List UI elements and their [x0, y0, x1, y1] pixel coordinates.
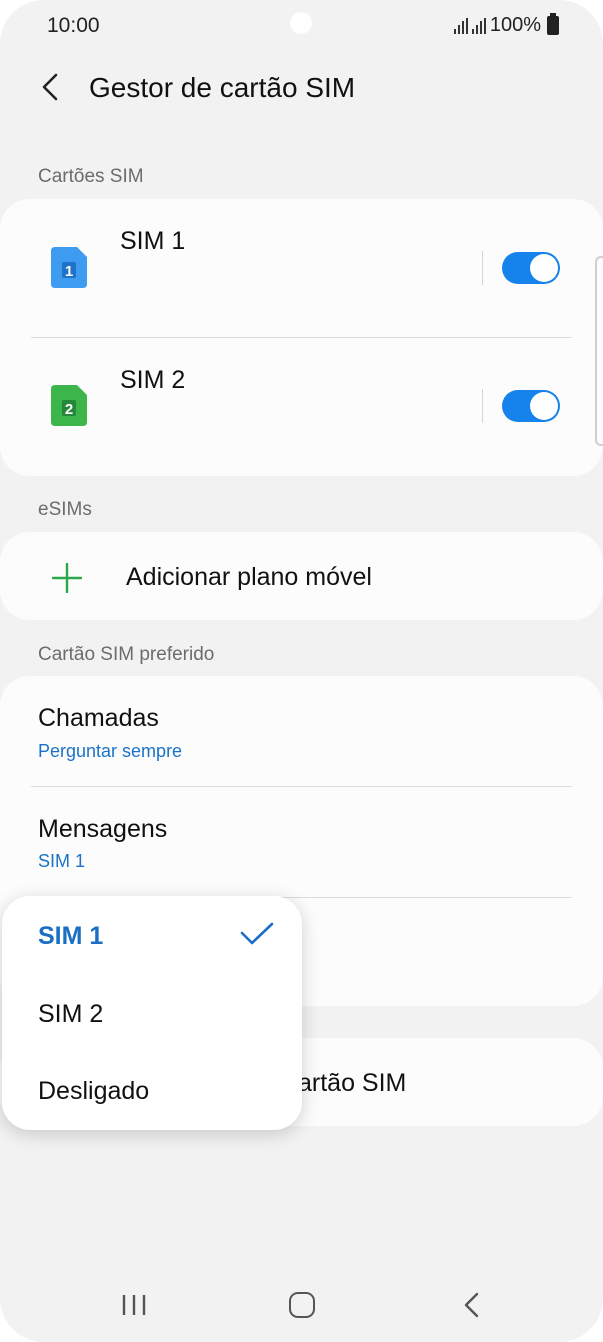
battery-percent: 100%	[489, 14, 541, 36]
popup-option-off[interactable]: Desligado	[38, 1077, 149, 1106]
plus-icon	[52, 563, 82, 593]
sim-card-1-icon: 1	[51, 247, 87, 288]
signal-icon	[453, 17, 468, 34]
section-label-esims: eSIMs	[38, 499, 92, 520]
checkmark-icon	[240, 922, 274, 945]
sim-manager-row-label: artão SIM	[298, 1069, 407, 1097]
calls-title: Chamadas	[38, 704, 159, 732]
sim-cards-card: 1 SIM 1 2 SIM 2	[0, 199, 603, 476]
sim-2-toggle[interactable]	[502, 390, 560, 422]
page-title: Gestor de cartão SIM	[89, 72, 356, 103]
row-separator	[482, 389, 483, 423]
status-time: 10:00	[47, 14, 100, 37]
add-mobile-plan-label: Adicionar plano móvel	[126, 563, 372, 591]
divider	[31, 337, 572, 338]
nav-back-icon[interactable]	[460, 1292, 484, 1318]
calls-value: Perguntar sempre	[38, 741, 183, 761]
add-mobile-plan-button[interactable]: Adicionar plano móvel	[0, 532, 603, 620]
back-arrow-icon[interactable]	[38, 72, 68, 102]
messages-title: Mensagens	[38, 815, 168, 843]
screen: 10:00 100% Gestor de cartão SIM Cartões …	[0, 0, 603, 1342]
row-separator	[482, 251, 483, 285]
signal-icon	[471, 17, 486, 34]
home-icon[interactable]	[289, 1292, 315, 1318]
divider	[31, 786, 572, 787]
camera-cutout	[290, 12, 312, 34]
sim-select-popup: SIM 1 SIM 2 Desligado	[2, 896, 302, 1130]
recent-apps-icon[interactable]	[121, 1293, 147, 1317]
popup-option-sim-2[interactable]: SIM 2	[38, 1000, 103, 1029]
sim-card-2-badge: 2	[65, 401, 73, 418]
battery-icon	[547, 13, 559, 35]
scrollbar[interactable]	[595, 256, 603, 446]
status-icons: 100%	[453, 13, 559, 37]
sim-2-name: SIM 2	[120, 366, 186, 394]
sim-1-toggle[interactable]	[502, 252, 560, 284]
sim-card-2-icon: 2	[51, 385, 87, 426]
sim-card-1-badge: 1	[65, 263, 73, 280]
messages-value: SIM 1	[38, 851, 86, 871]
popup-option-sim-1[interactable]: SIM 1	[38, 922, 103, 951]
section-label-preferred-sim: Cartão SIM preferido	[38, 644, 215, 665]
sim-1-name: SIM 1	[120, 227, 186, 255]
section-label-sim-cards: Cartões SIM	[38, 166, 144, 187]
